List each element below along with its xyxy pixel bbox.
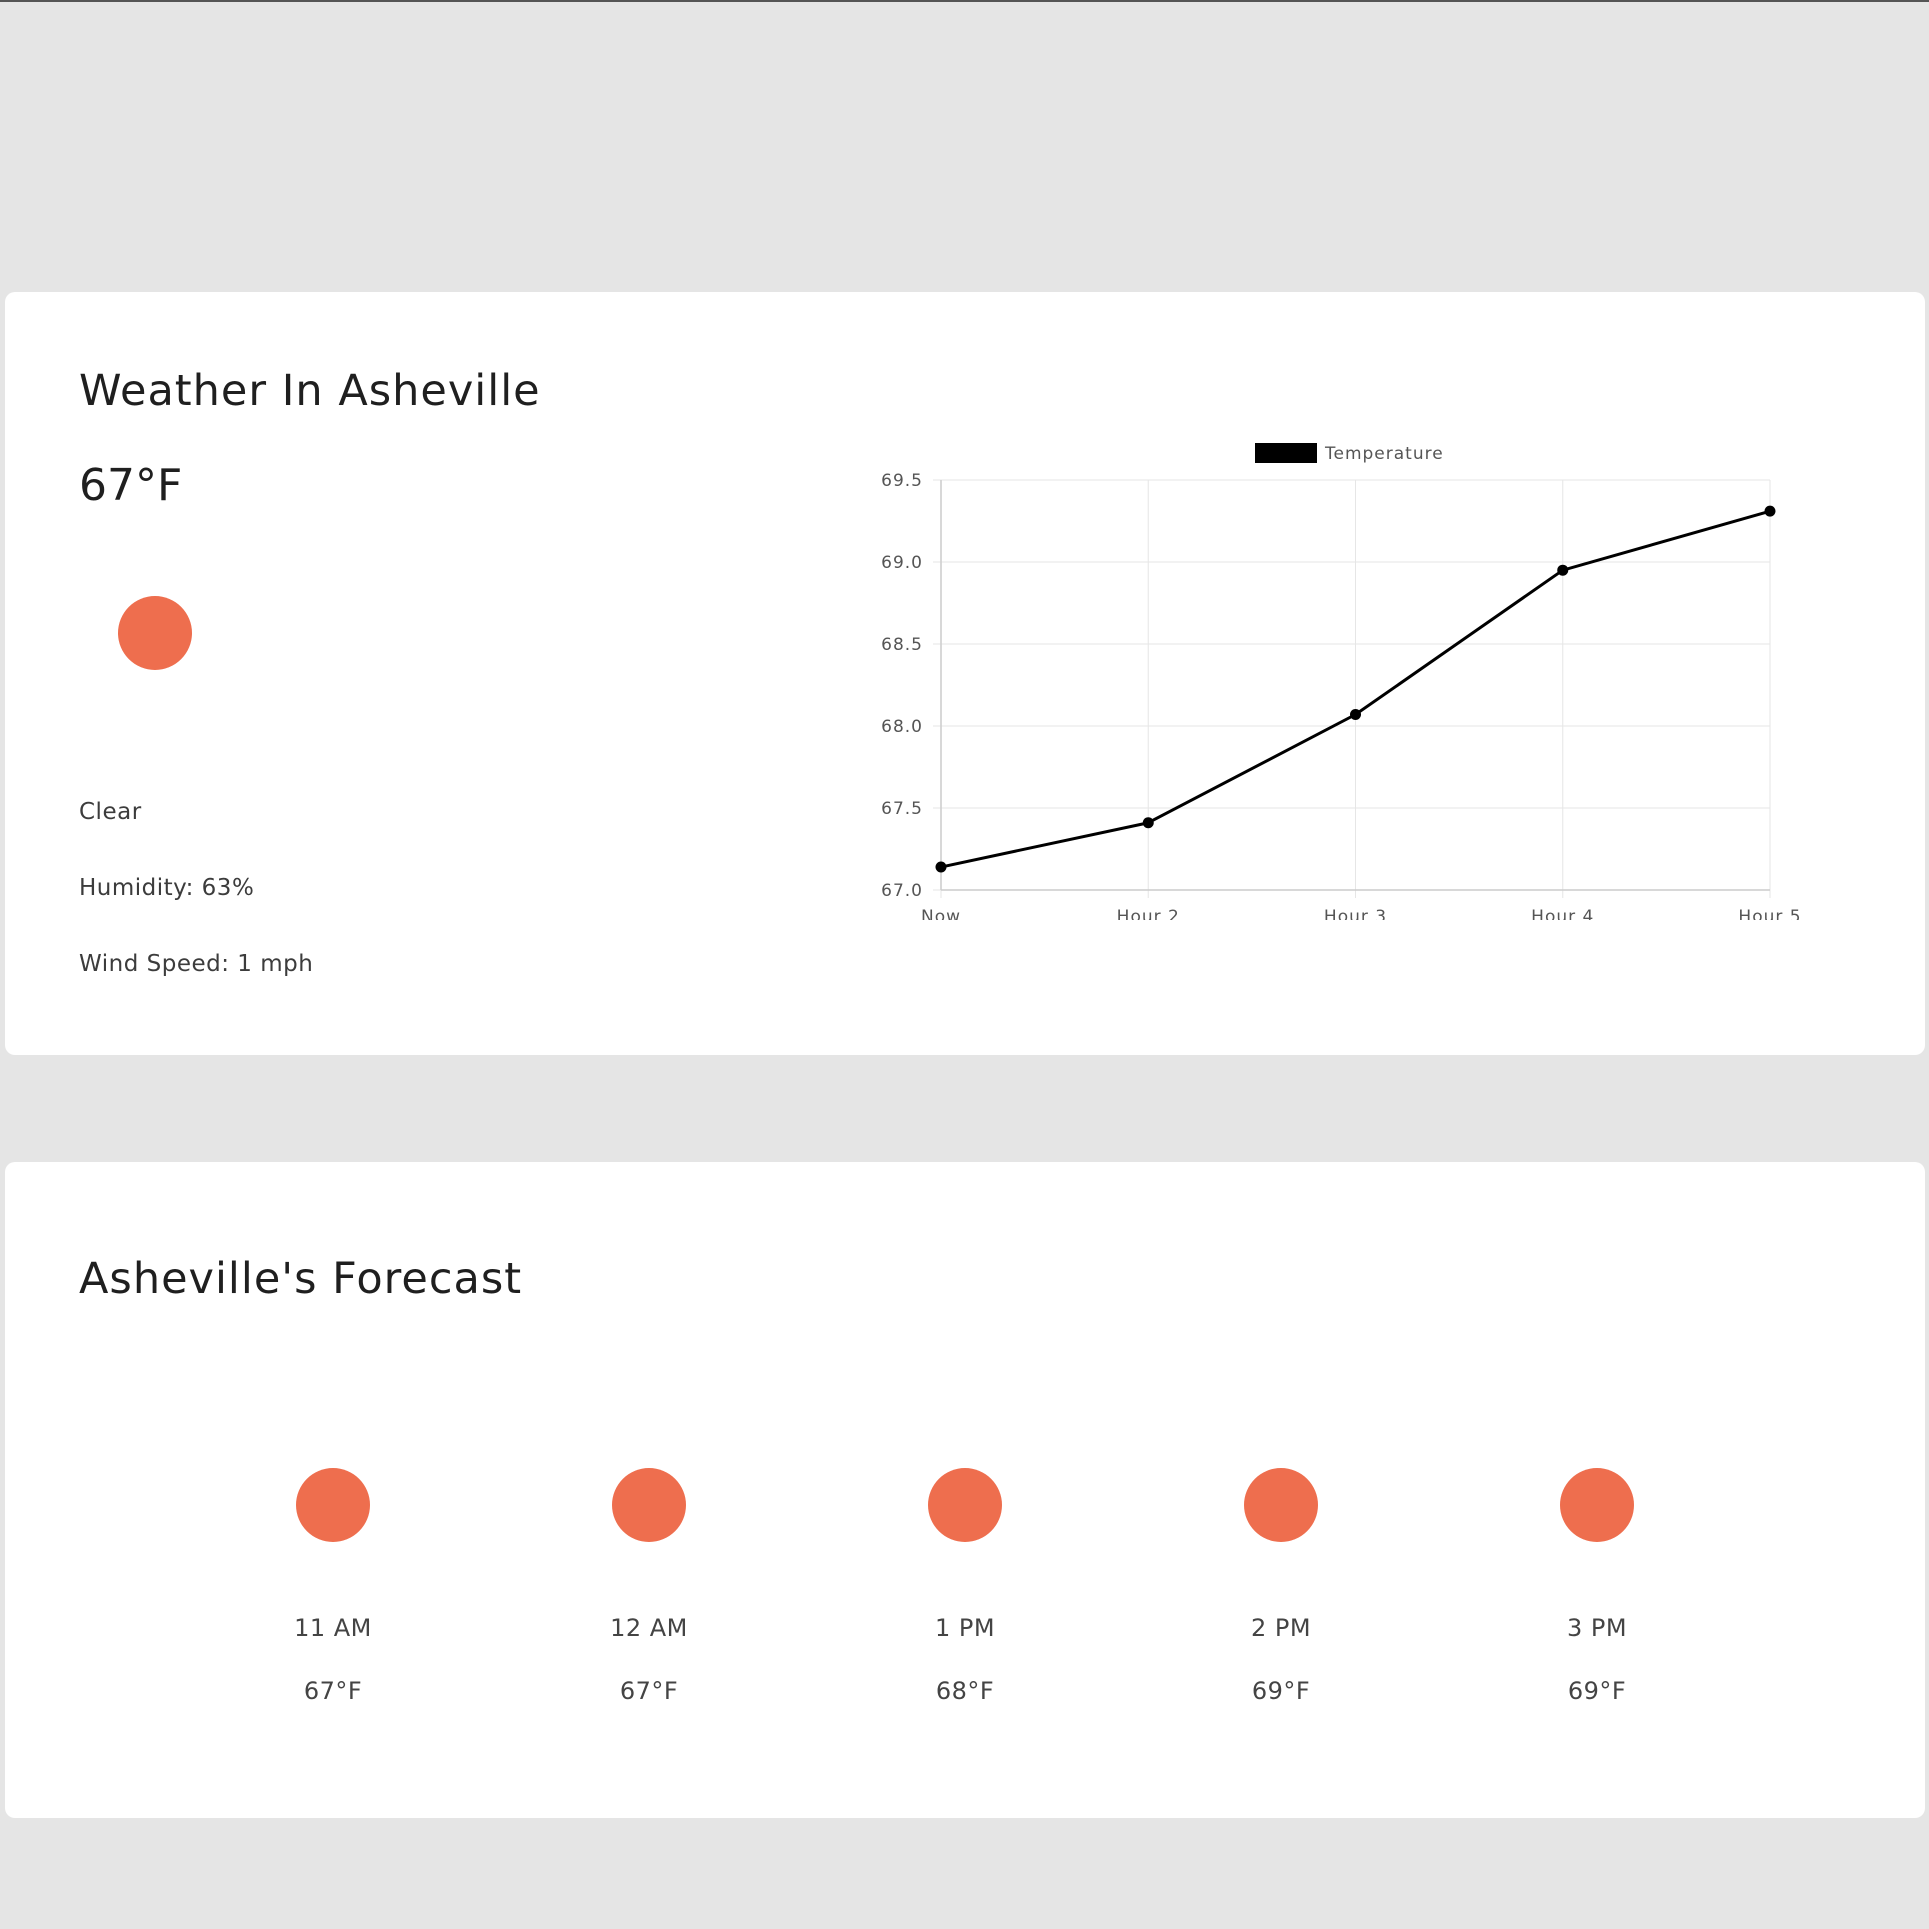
- current-weather-card: Weather In Asheville 67°F Clear Humidity…: [5, 292, 1925, 1055]
- current-weather-title: Weather In Asheville: [79, 366, 541, 416]
- forecast-time: 11 AM: [294, 1614, 372, 1642]
- weather-page: Weather In Asheville 67°F Clear Humidity…: [0, 0, 1929, 1929]
- forecast-item: 11 AM 67°F: [233, 1468, 433, 1728]
- temperature-data-point: [1350, 709, 1361, 721]
- sun-icon: [296, 1468, 370, 1542]
- y-tick-label: 67.0: [881, 881, 923, 901]
- temperature-data-point: [935, 861, 947, 873]
- x-tick-label: Hour 5: [1738, 907, 1801, 920]
- forecast-time: 2 PM: [1250, 1614, 1312, 1642]
- temperature-chart-svg: 67.0 67.5 68.0 68.5 69.0 69.5 Now Hour 2 Hour 3 H…: [881, 443, 1801, 920]
- legend-label: Temperature: [1324, 444, 1444, 464]
- temperature-data-point: [1142, 817, 1154, 829]
- sun-icon: [1560, 1468, 1634, 1542]
- x-tick-label: Hour 2: [1117, 907, 1180, 920]
- forecast-item: 3 PM 69°F: [1497, 1468, 1697, 1728]
- temperature-data-point: [1764, 505, 1776, 517]
- y-tick-label: 68.0: [881, 717, 923, 737]
- current-temperature: 67°F: [79, 460, 183, 511]
- forecast-temp: 68°F: [935, 1677, 995, 1705]
- forecast-time: 3 PM: [1566, 1614, 1628, 1642]
- forecast-temp: 67°F: [303, 1677, 363, 1705]
- sun-icon: [612, 1468, 686, 1542]
- x-tick-label: Hour 3: [1324, 907, 1387, 920]
- sun-icon: [1244, 1468, 1318, 1542]
- temperature-data-point: [1557, 564, 1569, 576]
- x-tick-label: Hour 4: [1531, 907, 1594, 920]
- y-tick-label: 68.5: [881, 635, 923, 655]
- sun-icon: [118, 596, 192, 670]
- forecast-temp: 69°F: [1251, 1677, 1311, 1705]
- forecast-card: Asheville's Forecast 11 AM 67°F 12 AM 67…: [5, 1162, 1925, 1818]
- forecast-item: 1 PM 68°F: [865, 1468, 1065, 1728]
- forecast-temp: 69°F: [1567, 1677, 1627, 1705]
- forecast-temp: 67°F: [619, 1677, 679, 1705]
- y-tick-label: 67.5: [881, 799, 923, 819]
- forecast-time: 12 AM: [610, 1614, 688, 1642]
- humidity-text: Humidity: 63%: [79, 875, 255, 901]
- forecast-item: 2 PM 69°F: [1181, 1468, 1381, 1728]
- x-tick-label: Now: [921, 907, 961, 920]
- forecast-title: Asheville's Forecast: [79, 1254, 523, 1304]
- temperature-chart: 67.0 67.5 68.0 68.5 69.0 69.5 Now Hour 2 Hour 3 H…: [860, 420, 1820, 920]
- forecast-item: 12 AM 67°F: [549, 1468, 749, 1728]
- wind-speed-text: Wind Speed: 1 mph: [79, 951, 314, 977]
- condition-text: Clear: [79, 799, 142, 825]
- sun-icon: [928, 1468, 1002, 1542]
- forecast-time: 1 PM: [934, 1614, 996, 1642]
- y-tick-label: 69.0: [881, 553, 923, 573]
- legend-swatch: [1255, 443, 1317, 463]
- y-tick-label: 69.5: [881, 471, 923, 491]
